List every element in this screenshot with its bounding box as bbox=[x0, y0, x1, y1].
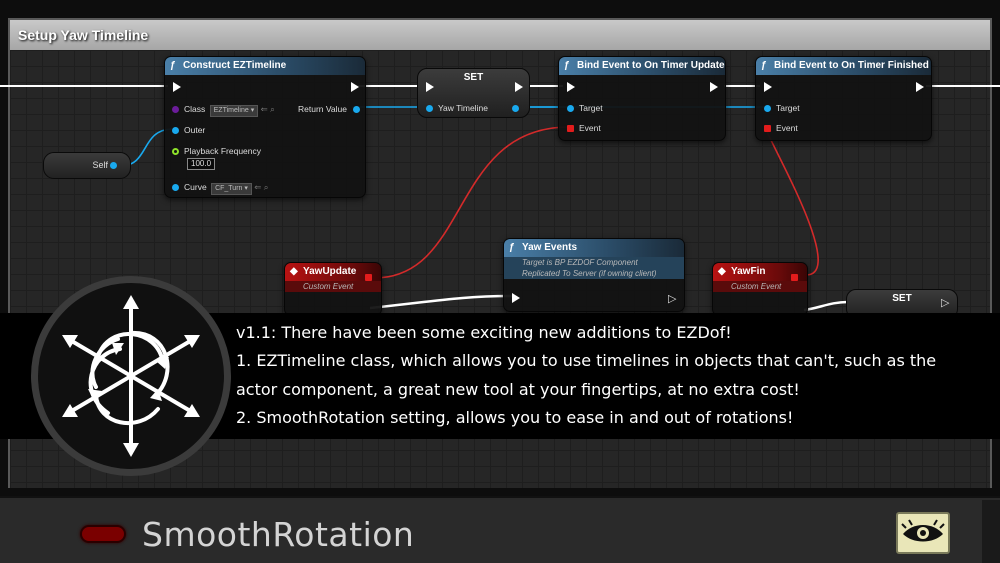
yaw-fin-title: YawFin bbox=[731, 266, 766, 277]
event-icon: ◆ bbox=[290, 266, 298, 277]
self-pin[interactable] bbox=[110, 162, 117, 169]
set-in-pin[interactable] bbox=[426, 105, 433, 113]
set-out-pin[interactable] bbox=[512, 105, 520, 113]
return-pin-row[interactable]: Return Value bbox=[298, 103, 361, 115]
class-combo-value: EZTimeline bbox=[213, 107, 249, 114]
logo-graphic bbox=[62, 295, 200, 457]
construct-node-header: ƒ Construct EZTimeline bbox=[165, 57, 365, 75]
bind-update-exec-out[interactable] bbox=[710, 82, 718, 92]
outer-pin-row[interactable]: Outer bbox=[172, 124, 205, 136]
bind-update-target-label: Target bbox=[579, 103, 603, 113]
yaw-events-exec-out[interactable]: ▷ bbox=[668, 292, 676, 305]
yaw-fin-subtitle: Custom Event bbox=[713, 281, 807, 292]
smooth-rotation-label: SmoothRotation bbox=[142, 515, 415, 554]
curve-combo-value: CF_Turn bbox=[215, 185, 243, 192]
banner-line: 2. SmoothRotation setting, allows you to… bbox=[236, 408, 794, 428]
bind-finished-exec-out[interactable] bbox=[916, 82, 924, 92]
curve-pin[interactable] bbox=[172, 184, 179, 192]
construct-eztimeline-node[interactable]: ƒ Construct EZTimeline Class EZTimeline … bbox=[164, 56, 366, 198]
bind-finished-event-pin[interactable] bbox=[764, 125, 771, 133]
playback-pin-label: Playback Frequency bbox=[184, 146, 262, 156]
bind-finished-exec-in[interactable] bbox=[764, 82, 772, 92]
bind-update-event-row[interactable]: Event bbox=[567, 122, 601, 134]
yaw-fin-event-node[interactable]: ◆ YawFin Custom Event bbox=[712, 262, 808, 316]
bind-update-exec-in[interactable] bbox=[567, 82, 575, 92]
function-icon: ƒ bbox=[564, 60, 570, 71]
bind-finished-target-label: Target bbox=[776, 103, 800, 113]
blueprint-editor: Setup Yaw Timeline ƒ Construct EZTimelin… bbox=[0, 0, 1000, 563]
curve-browse-icon[interactable]: ⇐ ⌕ bbox=[254, 182, 268, 192]
yaw-events-exec-in[interactable] bbox=[512, 293, 520, 303]
logo-icon bbox=[31, 276, 231, 476]
class-pin[interactable] bbox=[172, 106, 179, 114]
return-pin-label: Return Value bbox=[298, 104, 347, 114]
eye-icon bbox=[901, 519, 945, 542]
bind-finished-target-pin[interactable] bbox=[764, 105, 771, 113]
bind-timer-finished-node[interactable]: ƒ Bind Event to On Timer Finished Target… bbox=[755, 56, 932, 141]
set-node-title: SET bbox=[463, 72, 484, 83]
construct-node-title: Construct EZTimeline bbox=[183, 60, 287, 71]
set-pin-row[interactable]: Yaw Timeline bbox=[426, 102, 524, 114]
bind-finished-event-label: Event bbox=[776, 123, 798, 133]
bind-update-event-label: Event bbox=[579, 123, 601, 133]
event-icon: ◆ bbox=[718, 266, 726, 277]
class-pin-label: Class bbox=[184, 104, 206, 114]
set-node-2-exec-out[interactable]: ▷ bbox=[941, 296, 949, 309]
bind-finished-target-row[interactable]: Target bbox=[764, 102, 800, 114]
yaw-update-event-node[interactable]: ◆ YawUpdate Custom Event bbox=[284, 262, 382, 316]
comment-title[interactable]: Setup Yaw Timeline bbox=[10, 20, 990, 50]
class-pin-row[interactable]: Class EZTimeline ▾ ⇐ ⌕ bbox=[172, 103, 275, 117]
set-pin-label: Yaw Timeline bbox=[438, 103, 488, 113]
details-panel: SmoothRotation bbox=[0, 496, 1000, 563]
bind-update-title: Bind Event to On Timer Update bbox=[577, 60, 725, 71]
playback-pin-row[interactable]: Playback Frequency 100.0 bbox=[172, 145, 261, 171]
banner-text: v1.1: There have been some exciting new … bbox=[236, 319, 996, 433]
yaw-update-subtitle: Custom Event bbox=[285, 281, 381, 292]
set-yaw-timeline-node[interactable]: SET Yaw Timeline bbox=[417, 68, 530, 118]
bind-finished-event-row[interactable]: Event bbox=[764, 122, 798, 134]
return-pin[interactable] bbox=[353, 106, 361, 114]
function-icon: ƒ bbox=[170, 60, 176, 71]
banner-line: actor component, a great new tool at you… bbox=[236, 379, 800, 399]
yaw-events-line2: Replicated To Server (if owning client) bbox=[504, 268, 684, 279]
self-label: Self bbox=[92, 160, 108, 170]
function-icon: ƒ bbox=[509, 242, 515, 253]
playback-pin[interactable] bbox=[172, 148, 179, 156]
exec-out-pin[interactable] bbox=[351, 82, 359, 92]
playback-value-field[interactable]: 100.0 bbox=[187, 158, 216, 170]
browse-icon[interactable]: ⇐ ⌕ bbox=[261, 104, 275, 114]
set-exec-out[interactable] bbox=[515, 82, 523, 92]
panel-scrollbar[interactable] bbox=[982, 500, 1000, 563]
yaw-events-node[interactable]: ƒ Yaw Events Target is BP EZDOF Componen… bbox=[503, 238, 685, 312]
bind-update-event-pin[interactable] bbox=[567, 125, 574, 133]
bind-timer-update-node[interactable]: ƒ Bind Event to On Timer Update Target E… bbox=[558, 56, 726, 141]
outer-pin[interactable] bbox=[172, 127, 179, 135]
self-node[interactable]: Self bbox=[43, 152, 131, 179]
visibility-button[interactable] bbox=[896, 512, 950, 554]
smooth-rotation-toggle[interactable] bbox=[80, 525, 126, 543]
exec-in-pin[interactable] bbox=[173, 82, 181, 92]
bind-update-header: ƒ Bind Event to On Timer Update bbox=[559, 57, 725, 75]
bind-finished-title: Bind Event to On Timer Finished bbox=[774, 60, 929, 71]
bind-finished-header: ƒ Bind Event to On Timer Finished bbox=[756, 57, 931, 75]
set-exec-in[interactable] bbox=[426, 82, 434, 92]
yaw-fin-delegate-pin[interactable] bbox=[791, 274, 798, 281]
function-icon: ƒ bbox=[761, 60, 767, 71]
curve-combo[interactable]: CF_Turn ▾ bbox=[211, 183, 252, 195]
yaw-update-title: YawUpdate bbox=[303, 266, 357, 277]
yaw-events-line1: Target is BP EZDOF Component bbox=[504, 257, 684, 268]
yaw-events-title: Yaw Events bbox=[522, 242, 578, 253]
yaw-events-header: ƒ Yaw Events bbox=[504, 239, 684, 257]
bind-update-target-pin[interactable] bbox=[567, 105, 574, 113]
class-combo[interactable]: EZTimeline ▾ bbox=[209, 105, 259, 117]
yaw-update-delegate-pin[interactable] bbox=[365, 274, 372, 281]
curve-pin-row[interactable]: Curve CF_Turn ▾ ⇐ ⌕ bbox=[172, 181, 269, 195]
bind-update-target-row[interactable]: Target bbox=[567, 102, 603, 114]
curve-pin-label: Curve bbox=[184, 182, 207, 192]
banner-line: 1. EZTimeline class, which allows you to… bbox=[236, 351, 937, 371]
banner-line: v1.1: There have been some exciting new … bbox=[236, 323, 732, 342]
outer-pin-label: Outer bbox=[184, 125, 206, 135]
